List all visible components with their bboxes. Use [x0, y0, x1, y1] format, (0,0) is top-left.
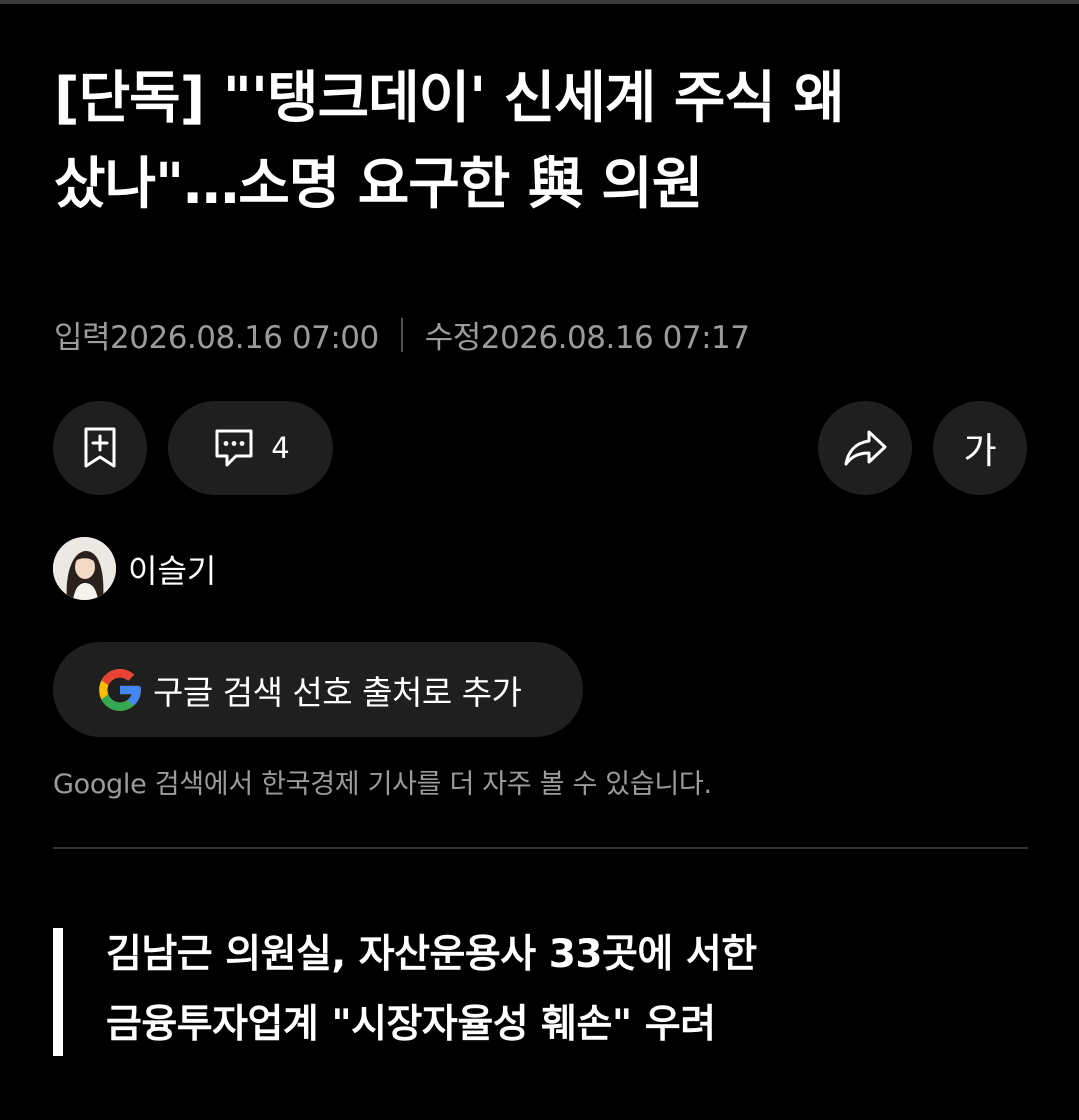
share-icon	[844, 430, 887, 466]
comment-icon	[215, 429, 253, 467]
bookmark-button[interactable]	[53, 401, 147, 495]
headline-line-2: 샀나"…소명 요구한 與 의원	[54, 152, 703, 217]
modified-time: 수정2026.08.16 07:17	[424, 320, 750, 356]
headline-line-1: [단독] "'탱크데이' 신세계 주식 왜	[54, 66, 845, 131]
section-divider	[53, 847, 1028, 849]
add-google-preferred-source-button[interactable]: 구글 검색 선호 출처로 추가	[53, 642, 583, 737]
comment-count: 4	[271, 431, 290, 465]
author-name[interactable]: 이슬기	[128, 546, 216, 592]
article-timestamps: 입력2026.08.16 07:00 수정2026.08.16 07:17	[54, 312, 750, 357]
subhead-line-1: 김남근 의원실, 자산운용사 33곳에 서한	[106, 932, 757, 977]
subhead-quote-bar	[53, 928, 63, 1056]
published-time: 입력2026.08.16 07:00	[54, 320, 379, 356]
bookmark-add-icon	[84, 427, 116, 468]
top-edge-bar	[0, 0, 1079, 4]
share-button[interactable]	[818, 401, 912, 495]
google-logo-icon	[99, 668, 141, 711]
subhead-line-2: 금융투자업계 "시장자율성 훼손" 우려	[106, 1002, 716, 1047]
author-byline[interactable]: 이슬기	[53, 537, 216, 600]
font-size-button[interactable]: 가	[933, 401, 1027, 495]
article-subheadline: 김남근 의원실, 자산운용사 33곳에 서한 금융투자업계 "시장자율성 훼손"…	[106, 920, 1006, 1060]
font-size-label: 가	[963, 431, 997, 472]
timestamp-divider	[400, 317, 403, 352]
article-headline: [단독] "'탱크데이' 신세계 주식 왜 샀나"…소명 요구한 與 의원	[54, 56, 1044, 228]
author-avatar	[53, 537, 116, 600]
google-button-label: 구글 검색 선호 출처로 추가	[153, 672, 522, 712]
comment-button[interactable]: 4	[168, 401, 333, 495]
google-preferred-source-note: Google 검색에서 한국경제 기사를 더 자주 볼 수 있습니다.	[53, 769, 712, 800]
